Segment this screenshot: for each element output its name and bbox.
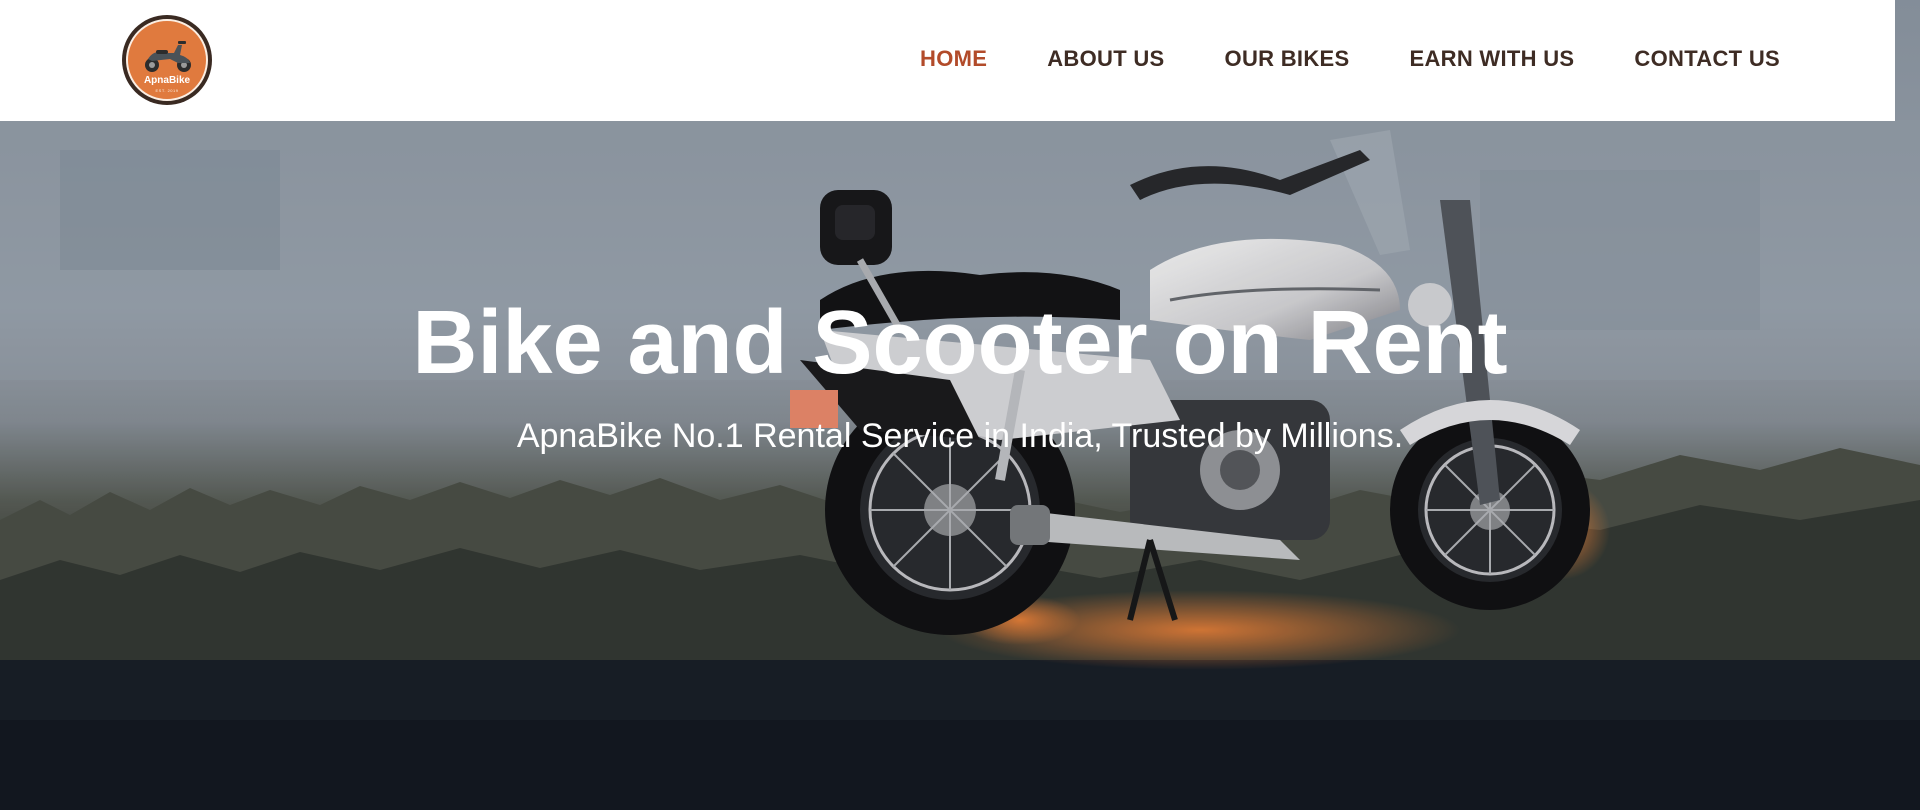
hero-section: Bike and Scooter on Rent ApnaBike No.1 R… [0,0,1920,810]
nav-item-earn-with-us[interactable]: EARN WITH US [1409,46,1574,72]
landing-page: Bike and Scooter on Rent ApnaBike No.1 R… [0,0,1920,810]
nav-item-about-us[interactable]: ABOUT US [1047,46,1164,72]
nav-item-our-bikes[interactable]: OUR BIKES [1225,46,1350,72]
main-navigation: HOME ABOUT US OUR BIKES EARN WITH US CON… [860,46,1780,72]
nav-item-home[interactable]: HOME [920,46,987,72]
site-header: ApnaBike EST. 2019 HOME ABOUT US OUR BIK… [0,0,1895,121]
nav-item-contact-us[interactable]: CONTACT US [1634,46,1780,72]
hero-subtitle: ApnaBike No.1 Rental Service in India, T… [516,417,1404,455]
apnabike-logo[interactable]: ApnaBike EST. 2019 [122,15,212,105]
logo-year: EST. 2019 [155,88,179,93]
hero-background-image [0,0,1920,810]
logo-wordmark: ApnaBike [143,75,191,86]
hero-title: Bike and Scooter on Rent [412,293,1508,393]
scooter-icon [145,41,191,72]
logo-badge: ApnaBike EST. 2019 [126,19,208,101]
